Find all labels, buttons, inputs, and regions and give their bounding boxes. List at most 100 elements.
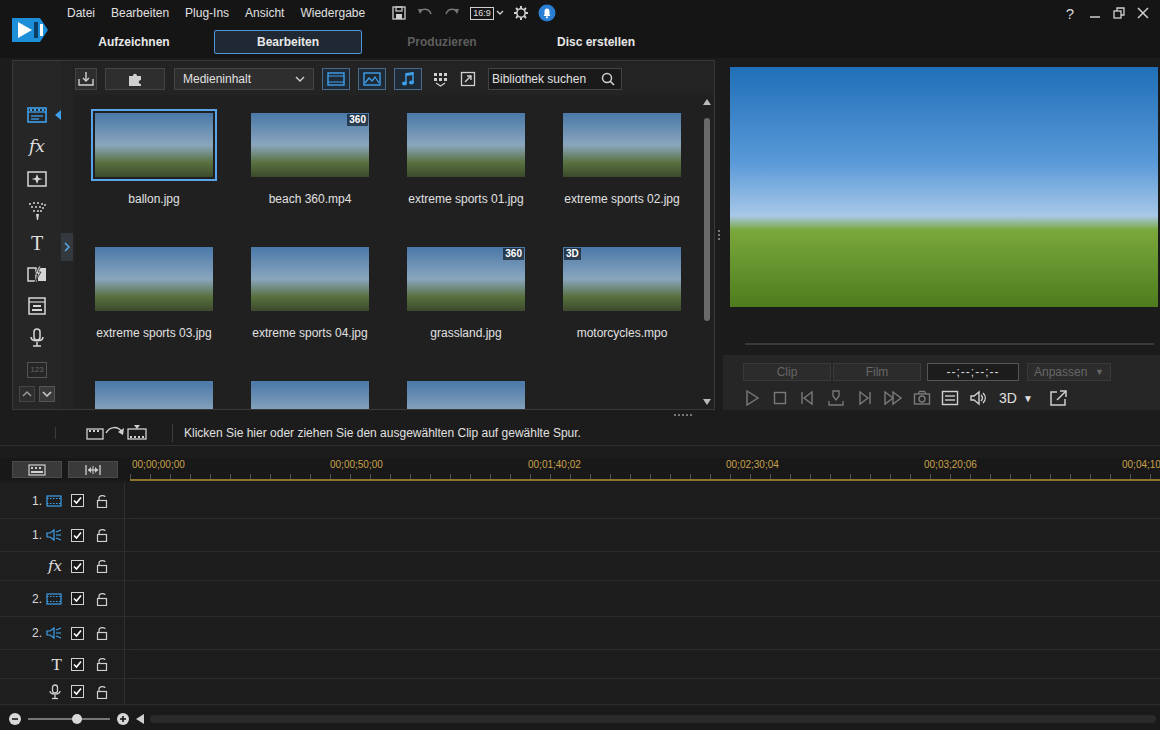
media-item[interactable]: extreme sports 03.jpg <box>76 243 232 341</box>
track-lane[interactable] <box>130 679 1160 704</box>
zoom-slider[interactable] <box>28 714 110 724</box>
zoom-out-icon[interactable] <box>8 712 22 726</box>
menu-item[interactable]: Wiedergabe <box>300 6 365 20</box>
unlocked-icon[interactable] <box>96 685 108 699</box>
unlocked-icon[interactable] <box>96 626 108 640</box>
transport-button[interactable] <box>941 389 959 407</box>
restore-icon[interactable] <box>1112 6 1126 20</box>
insert-clip-icon[interactable] <box>86 424 148 442</box>
room-button[interactable]: 123 <box>13 354 61 386</box>
clip-film-toggle[interactable]: Film <box>833 363 921 381</box>
media-item[interactable]: 360beach 360.mp4 <box>232 109 388 207</box>
unlocked-icon[interactable] <box>96 592 108 606</box>
unlocked-icon[interactable] <box>96 494 108 508</box>
media-item[interactable] <box>232 377 388 409</box>
save-icon[interactable] <box>391 5 407 21</box>
media-item[interactable]: extreme sports 02.jpg <box>544 109 700 207</box>
room-button[interactable] <box>13 195 61 227</box>
mode-tab[interactable]: Bearbeiten <box>214 30 362 54</box>
media-item[interactable]: 3Dmotorcycles.mpo <box>544 243 700 341</box>
track-lane[interactable] <box>130 519 1160 551</box>
media-item[interactable]: extreme sports 04.jpg <box>232 243 388 341</box>
unlocked-icon[interactable] <box>96 559 108 573</box>
track-lane[interactable] <box>130 581 1160 616</box>
room-button[interactable] <box>13 258 61 290</box>
track-lane[interactable] <box>130 552 1160 580</box>
transport-button[interactable] <box>969 389 987 407</box>
media-item[interactable]: extreme sports 01.jpg <box>388 109 544 207</box>
close-icon[interactable] <box>1136 6 1150 20</box>
media-item[interactable]: 360grassland.jpg <box>388 243 544 341</box>
transport-button[interactable] <box>771 389 789 407</box>
plugin-button[interactable] <box>105 68 165 90</box>
transport-button[interactable] <box>913 389 931 407</box>
scroll-down-icon[interactable] <box>703 399 711 405</box>
track-enable-checkbox[interactable] <box>71 658 84 671</box>
unlocked-icon[interactable] <box>96 528 108 542</box>
notification-bell-icon[interactable] <box>538 4 556 22</box>
fit-dropdown[interactable]: Anpassen▼ <box>1027 363 1111 381</box>
view-filter-button[interactable] <box>394 68 422 90</box>
track-enable-checkbox[interactable] <box>71 685 84 698</box>
room-button[interactable]: fx <box>13 131 61 163</box>
sort-grid-icon[interactable] <box>433 71 449 87</box>
menu-item[interactable]: Ansicht <box>245 6 284 20</box>
undock-preview-icon[interactable] <box>1049 389 1069 407</box>
expand-view-icon[interactable] <box>460 71 476 87</box>
library-filter-dropdown[interactable]: Medieninhalt <box>174 68 314 90</box>
zoom-knob[interactable] <box>72 714 82 724</box>
time-ruler[interactable]: 00;00;00;0000;00;50;0000;01;40;0200;02;3… <box>130 458 1160 481</box>
media-item[interactable] <box>388 377 544 409</box>
track-lane[interactable] <box>130 650 1160 678</box>
transport-button[interactable] <box>883 389 903 407</box>
media-item[interactable]: ballon.jpg <box>76 109 232 207</box>
room-button[interactable]: T <box>13 227 61 259</box>
redo-icon[interactable] <box>443 5 461 21</box>
track-lane[interactable] <box>130 617 1160 649</box>
aspect-ratio-dropdown[interactable]: 16:9 <box>470 7 504 20</box>
track-enable-checkbox[interactable] <box>71 592 84 605</box>
view-filter-button[interactable] <box>322 68 350 90</box>
menu-item[interactable]: Bearbeiten <box>111 6 169 20</box>
scroll-down-icon[interactable] <box>39 386 55 402</box>
library-scrollbar[interactable] <box>700 95 714 409</box>
import-button[interactable] <box>75 68 97 90</box>
media-item[interactable] <box>76 377 232 409</box>
scroll-up-icon[interactable] <box>19 386 35 402</box>
timecode-field[interactable]: --;--;--;-- <box>927 363 1019 381</box>
help-button[interactable]: ? <box>1066 5 1078 22</box>
menu-item[interactable]: Datei <box>67 6 95 20</box>
view-filter-button[interactable] <box>358 68 386 90</box>
clip-film-toggle[interactable]: Clip <box>743 363 831 381</box>
settings-gear-icon[interactable] <box>513 5 529 21</box>
track-manager-button[interactable] <box>12 461 62 478</box>
room-button[interactable] <box>13 99 61 131</box>
track-enable-checkbox[interactable] <box>71 560 84 573</box>
timeline-scrollbar[interactable] <box>150 715 1156 723</box>
3d-mode-dropdown[interactable]: 3D▼ <box>999 390 1033 406</box>
timeline-splitter[interactable] <box>0 410 1160 420</box>
panel-splitter[interactable] <box>715 60 723 410</box>
track-lane[interactable] <box>130 483 1160 518</box>
minimize-icon[interactable] <box>1088 6 1102 20</box>
transport-button[interactable] <box>855 389 873 407</box>
mode-tab[interactable]: Produzieren <box>368 30 516 54</box>
track-enable-checkbox[interactable] <box>71 627 84 640</box>
room-button[interactable] <box>13 322 61 354</box>
transport-button[interactable] <box>743 389 761 407</box>
scroll-up-icon[interactable] <box>703 99 711 105</box>
zoom-in-icon[interactable] <box>116 712 130 726</box>
track-enable-checkbox[interactable] <box>71 529 84 542</box>
undo-icon[interactable] <box>416 5 434 21</box>
transport-button[interactable] <box>827 389 845 407</box>
library-search-field[interactable]: Bibliothek suchen <box>488 68 622 90</box>
room-button[interactable] <box>13 290 61 322</box>
scroll-left-icon[interactable] <box>136 714 144 724</box>
preview-position-slider[interactable] <box>723 307 1160 355</box>
expand-panel-icon[interactable] <box>61 233 73 261</box>
fit-timeline-button[interactable] <box>68 461 118 478</box>
mode-tab[interactable]: Disc erstellen <box>522 30 670 54</box>
unlocked-icon[interactable] <box>96 657 108 671</box>
mode-tab[interactable]: Aufzeichnen <box>60 30 208 54</box>
track-enable-checkbox[interactable] <box>71 494 84 507</box>
